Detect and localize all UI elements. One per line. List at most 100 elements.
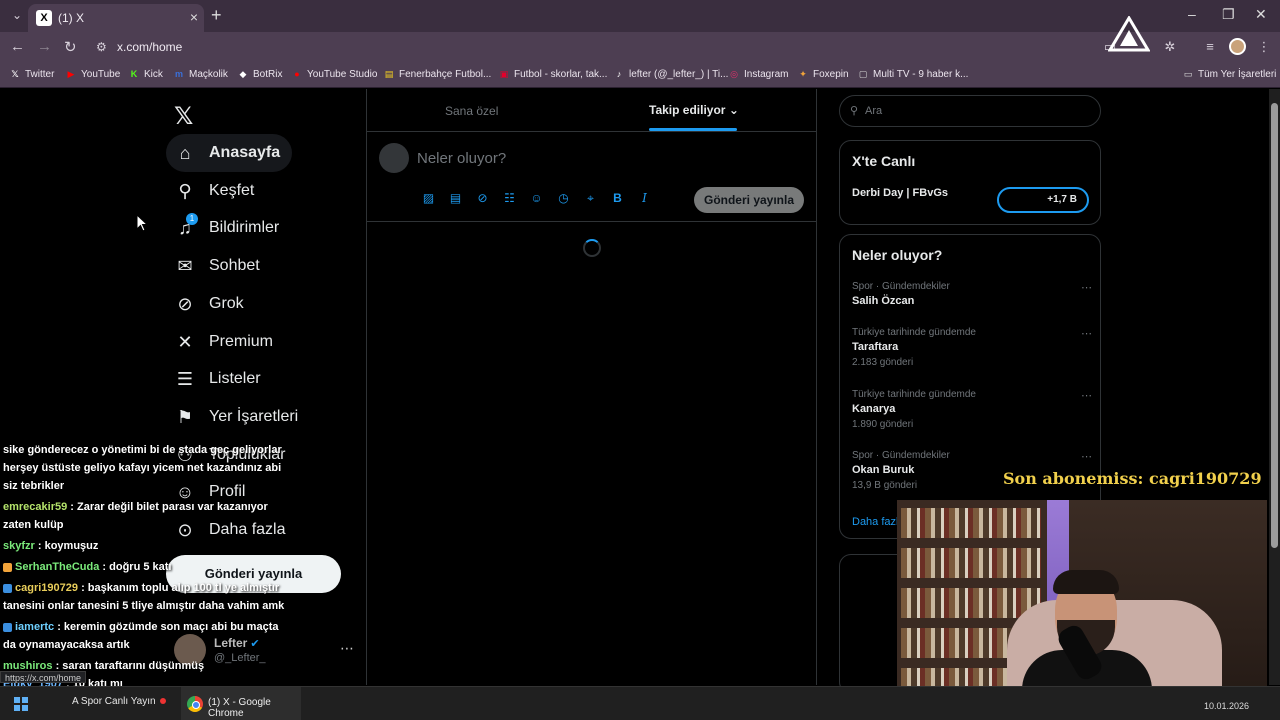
bookmark-kick[interactable]: K Kick — [128, 68, 163, 80]
sidebar-item-home[interactable]: ⌂ Anasayfa — [166, 134, 293, 172]
bookmark-label: Futbol - skorlar, tak... — [514, 68, 608, 80]
start-icon[interactable] — [14, 697, 28, 711]
sidebar-item-label: Grok — [209, 295, 244, 312]
address-bar[interactable]: x.com/home — [117, 40, 182, 54]
more-dots-icon[interactable]: ⋯ — [1081, 450, 1092, 463]
all-bookmarks[interactable]: ▭ Tüm Yer İşaretleri — [1182, 68, 1277, 80]
minimize-icon[interactable]: – — [1188, 6, 1196, 22]
grok-icon[interactable]: ⊘ — [469, 191, 496, 206]
chat-user: emrecakir59 — [3, 501, 68, 513]
bookmark-foxepin[interactable]: ✦ Foxepin — [797, 68, 849, 80]
bookmark-botrix[interactable]: ◆ BotRix — [237, 68, 283, 80]
tab-search-icon[interactable]: ⌄ — [8, 8, 26, 24]
bookmark-mackolik[interactable]: m Maçkolik — [173, 68, 228, 80]
browser-tab[interactable]: X (1) X × — [28, 4, 204, 32]
scrollbar-thumb[interactable] — [1271, 103, 1278, 548]
bookmark-label: lefter (@_lefter_) | Ti... — [629, 68, 729, 80]
gif-icon[interactable]: ▤ — [442, 191, 469, 206]
media-icon[interactable]: ≡ — [1202, 39, 1218, 55]
bookmark-youtube[interactable]: ▶ YouTube — [65, 68, 121, 80]
site-info-icon[interactable]: ⚙ — [96, 40, 107, 54]
bookmark-label: Maçkolik — [189, 68, 228, 80]
chevron-down-icon: ⌄ — [728, 103, 739, 117]
chat-text: : doğru 5 katı — [102, 561, 172, 573]
recording-dot-icon — [159, 698, 166, 704]
bookmark-label: Multi TV - 9 haber k... — [873, 68, 969, 80]
schedule-icon[interactable]: ◷ — [550, 191, 577, 206]
stream-chat-overlay: sike gönderecez o yönetimi bi de stada g… — [3, 441, 293, 696]
tab-following-label: Takip ediliyor — [649, 103, 726, 117]
main-timeline: Sana özel Takip ediliyor ⌄ Neler oluyor?… — [366, 89, 817, 685]
bookmark-twitter[interactable]: 𝕏 Twitter — [9, 68, 54, 80]
live-event[interactable]: Derbi Day | FBvGs — [852, 187, 948, 199]
chat-text: : koymuşuz — [37, 540, 99, 552]
bookmark-tiktok[interactable]: ♪ lefter (@_lefter_) | Ti... — [613, 68, 729, 80]
botrix-icon: ◆ — [239, 69, 247, 79]
forward-icon[interactable]: → — [37, 38, 52, 55]
bookmark-label: Foxepin — [813, 68, 849, 80]
taskbar-chrome-item[interactable]: (1) X - Google Chrome — [181, 687, 301, 720]
bold-icon[interactable]: B — [604, 191, 631, 206]
sidebar-item-grok[interactable]: ⊘ Grok — [166, 285, 256, 323]
bookmark-label: Kick — [144, 68, 163, 80]
more-dots-icon[interactable]: ⋯ — [340, 640, 354, 657]
more-dots-icon[interactable]: ⋯ — [1081, 389, 1092, 402]
bookmark-fenerbahce[interactable]: ▤ Fenerbahçe Futbol... — [383, 68, 492, 80]
trend-category: Spor · Gündemdekiler — [852, 450, 950, 461]
bell-icon: ♫ 1 — [174, 213, 198, 239]
divider — [367, 221, 817, 222]
active-tab-indicator — [649, 128, 737, 131]
new-tab-icon[interactable]: + — [211, 5, 222, 26]
close-tab-icon[interactable]: × — [190, 9, 198, 25]
bookmark-multitv[interactable]: ▢ Multi TV - 9 haber k... — [857, 68, 969, 80]
mouse-cursor-icon — [136, 214, 148, 232]
tab-following[interactable]: Takip ediliyor ⌄ — [649, 103, 739, 117]
live-count-pill[interactable]: +1,7 B — [997, 187, 1089, 213]
trend-category: Türkiye tarihinde gündemde — [852, 327, 976, 338]
browser-tabstrip: ⌄ X (1) X × + – ❐ ✕ — [0, 0, 1280, 32]
italic-icon[interactable]: I — [631, 191, 658, 206]
all-bookmarks-label: Tüm Yer İşaretleri — [1198, 68, 1277, 80]
trend-count: 2.183 gönderi — [852, 357, 914, 368]
menu-icon[interactable]: ⋮ — [1256, 39, 1272, 55]
x-logo-icon[interactable]: 𝕏 — [174, 102, 193, 131]
image-icon[interactable]: ▨ — [415, 191, 442, 206]
home-icon: ⌂ — [179, 143, 191, 163]
more-dots-icon[interactable]: ⋯ — [1081, 281, 1092, 294]
kick-icon: K — [130, 69, 138, 79]
sidebar-item-bookmarks[interactable]: ⚑ Yer İşaretleri — [166, 398, 310, 436]
fenerbahce-icon: ▤ — [384, 69, 394, 79]
sidebar-item-messages[interactable]: ✉ Sohbet — [166, 247, 272, 285]
trend-item[interactable]: Spor · Gündemdekiler Salih Özcan ⋯ — [852, 281, 1092, 307]
sidebar-item-lists[interactable]: ☰ Listeler — [166, 360, 273, 398]
trend-name: Kanarya — [852, 403, 896, 415]
trend-name: Salih Özcan — [852, 295, 915, 307]
profile-avatar[interactable] — [1229, 38, 1246, 55]
back-icon[interactable]: ← — [10, 38, 25, 55]
composer-input[interactable]: Neler oluyor? — [417, 150, 506, 167]
bookmark-youtube-studio[interactable]: ● YouTube Studio — [291, 68, 377, 80]
emoji-icon[interactable]: ☺ — [523, 191, 550, 206]
chat-message: iamertc : keremin gözümde son maçı abi b… — [3, 618, 293, 654]
close-window-icon[interactable]: ✕ — [1255, 6, 1267, 23]
sidebar-item-label: Listeler — [209, 370, 261, 387]
search-input[interactable]: ⚲ Ara — [839, 95, 1101, 127]
bookmark-futbol[interactable]: ▣ Futbol - skorlar, tak... — [498, 68, 608, 80]
tab-for-you[interactable]: Sana özel — [445, 104, 498, 118]
extensions-icon[interactable]: ✲ — [1162, 39, 1178, 55]
trend-item[interactable]: Türkiye tarihinde gündemde Taraftara 2.1… — [852, 327, 1092, 368]
composer-post-button[interactable]: Gönderi yayınla — [694, 187, 804, 213]
trend-item[interactable]: Türkiye tarihinde gündemde Kanarya 1.890… — [852, 389, 1092, 430]
sidebar-item-premium[interactable]: ✕ Premium — [166, 323, 285, 361]
bookmark-instagram[interactable]: ◎ Instagram — [728, 68, 788, 80]
taskbar-stream-item[interactable]: A Spor Canlı Yayın — [72, 696, 166, 707]
sidebar-item-explore[interactable]: ⚲ Keşfet — [166, 172, 266, 210]
chrome-icon — [187, 696, 203, 712]
more-dots-icon[interactable]: ⋯ — [1081, 327, 1092, 340]
location-icon[interactable]: ⌖ — [577, 191, 604, 206]
maximize-icon[interactable]: ❐ — [1222, 6, 1235, 23]
sidebar-item-notifications[interactable]: ♫ 1 Bildirimler — [166, 209, 291, 247]
poll-icon[interactable]: ☷ — [496, 191, 523, 206]
reload-icon[interactable]: ↻ — [64, 38, 77, 56]
page-scrollbar[interactable] — [1269, 89, 1280, 685]
